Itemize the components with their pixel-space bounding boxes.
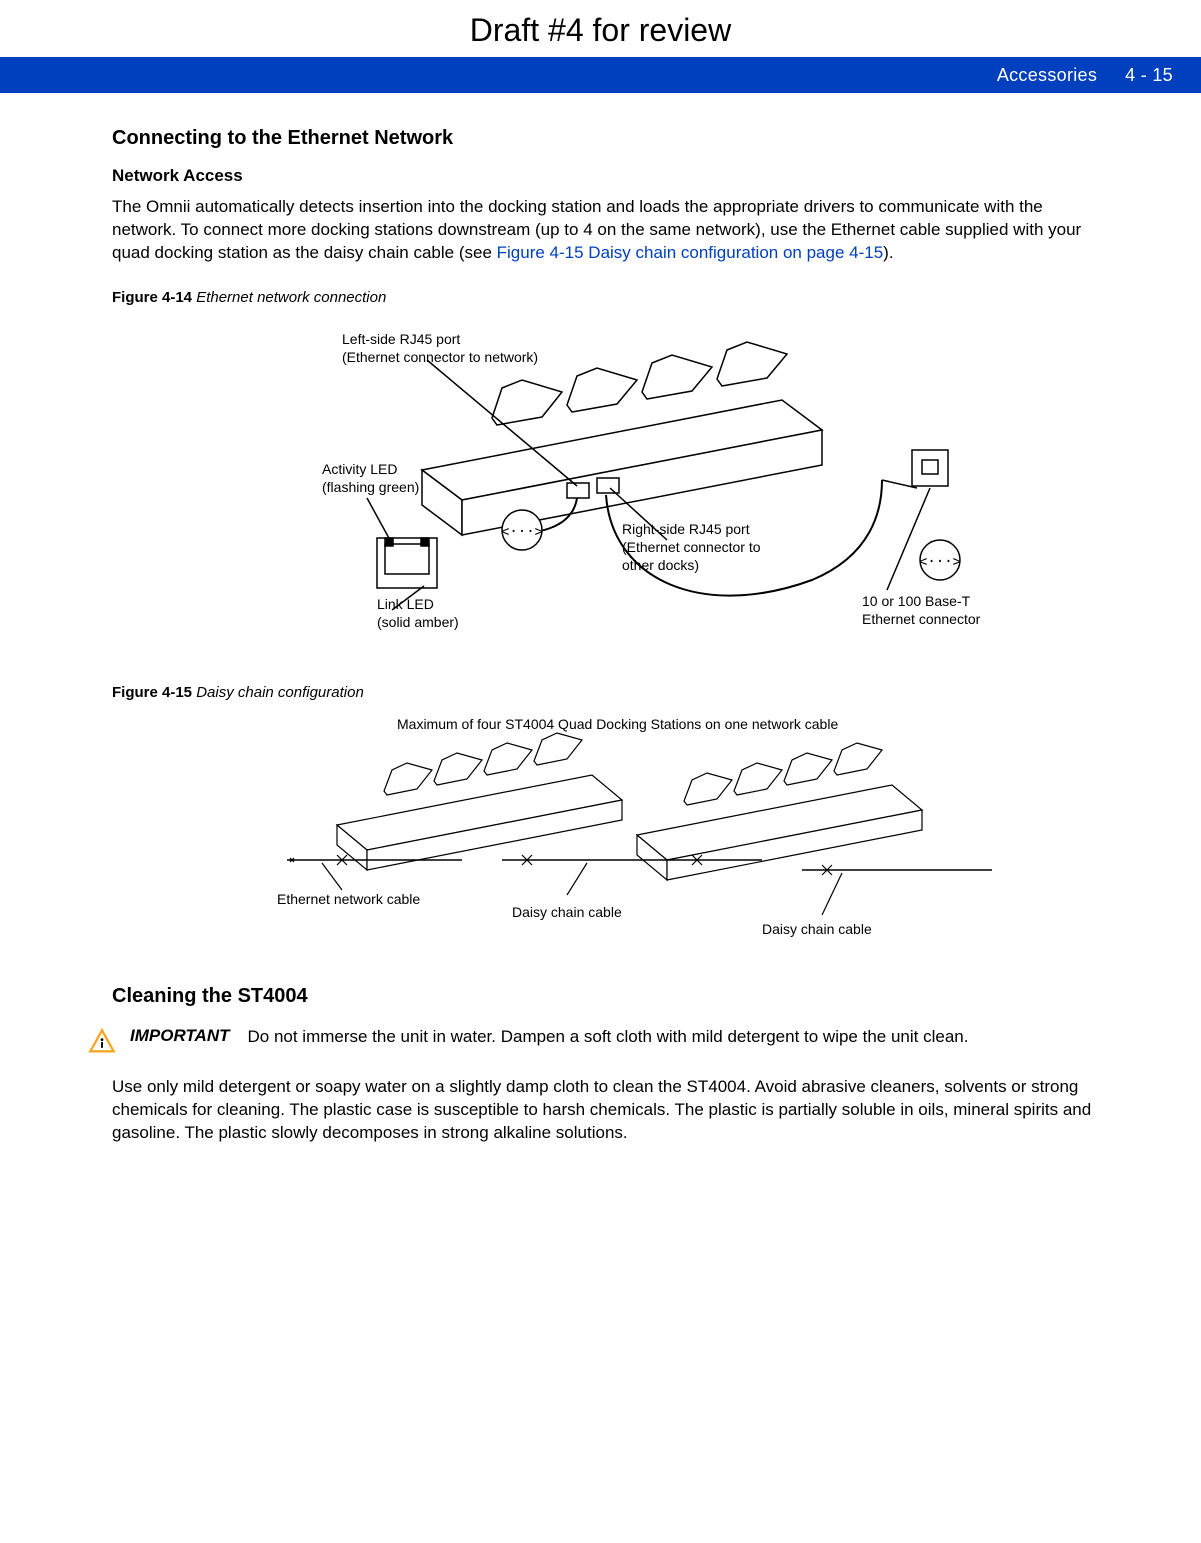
figure-414-illustration: <···> <···> Left-side RJ45 port (Etherne… xyxy=(222,320,1111,660)
page-header-bar: Accessories 4 - 15 xyxy=(0,57,1201,93)
callout-text: (Ethernet connector to network) xyxy=(342,348,538,366)
svg-text:<···>: <···> xyxy=(919,554,961,570)
important-note: IMPORTANT Do not immerse the unit in wat… xyxy=(88,1026,1111,1056)
callout-text: (solid amber) xyxy=(377,613,459,631)
callout-max-four: Maximum of four ST4004 Quad Docking Stat… xyxy=(397,715,897,733)
callout-link-led: Link LED (solid amber) xyxy=(377,595,459,631)
important-label: IMPORTANT xyxy=(130,1026,229,1049)
figure-cross-reference-link[interactable]: Figure 4-15 Daisy chain configuration on… xyxy=(497,243,884,262)
callout-left-rj45: Left-side RJ45 port (Ethernet connector … xyxy=(342,330,538,366)
heading-connecting: Connecting to the Ethernet Network xyxy=(112,127,1111,150)
callout-text: Ethernet connector xyxy=(862,610,980,628)
callout-daisy-cable-2: Daisy chain cable xyxy=(762,920,872,938)
figure-414-caption: Figure 4-14 Ethernet network connection xyxy=(112,289,1111,306)
figure-415-svg xyxy=(222,715,1022,945)
callout-ethernet-connector: 10 or 100 Base-T Ethernet connector xyxy=(862,592,980,628)
callout-ethernet-cable: Ethernet network cable xyxy=(277,890,420,908)
callout-text: 10 or 100 Base-T xyxy=(862,592,980,610)
important-text: Do not immerse the unit in water. Dampen… xyxy=(247,1026,968,1049)
figure-415-title: Daisy chain configuration xyxy=(196,684,364,701)
heading-cleaning: Cleaning the ST4004 xyxy=(112,985,1111,1008)
figure-414-title: Ethernet network connection xyxy=(196,289,386,306)
draft-header: Draft #4 for review xyxy=(0,0,1201,57)
callout-text: Right-side RJ45 port xyxy=(622,520,761,538)
callout-text: (flashing green) xyxy=(322,478,419,496)
callout-text: (Ethernet connector to xyxy=(622,538,761,556)
intro-paragraph: The Omnii automatically detects insertio… xyxy=(112,196,1111,265)
subheading-network-access: Network Access xyxy=(112,166,1111,186)
page-number: 4 - 15 xyxy=(1125,65,1173,86)
callout-text: Link LED xyxy=(377,595,459,613)
callout-text: Left-side RJ45 port xyxy=(342,330,538,348)
callout-text: Activity LED xyxy=(322,460,419,478)
callout-activity-led: Activity LED (flashing green) xyxy=(322,460,419,496)
callout-right-rj45: Right-side RJ45 port (Ethernet connector… xyxy=(622,520,761,575)
figure-415-illustration: Maximum of four ST4004 Quad Docking Stat… xyxy=(222,715,1111,945)
svg-text:<···>: <···> xyxy=(501,524,543,540)
callout-text: other docks) xyxy=(622,556,761,574)
para-post: ). xyxy=(883,243,893,262)
figure-414-label: Figure 4-14 xyxy=(112,289,192,306)
callout-daisy-cable-1: Daisy chain cable xyxy=(512,903,622,921)
warning-icon xyxy=(88,1028,116,1056)
figure-415-caption: Figure 4-15 Daisy chain configuration xyxy=(112,684,1111,701)
cleaning-paragraph: Use only mild detergent or soapy water o… xyxy=(112,1076,1111,1145)
figure-415-label: Figure 4-15 xyxy=(112,684,192,701)
section-name: Accessories xyxy=(997,65,1097,86)
